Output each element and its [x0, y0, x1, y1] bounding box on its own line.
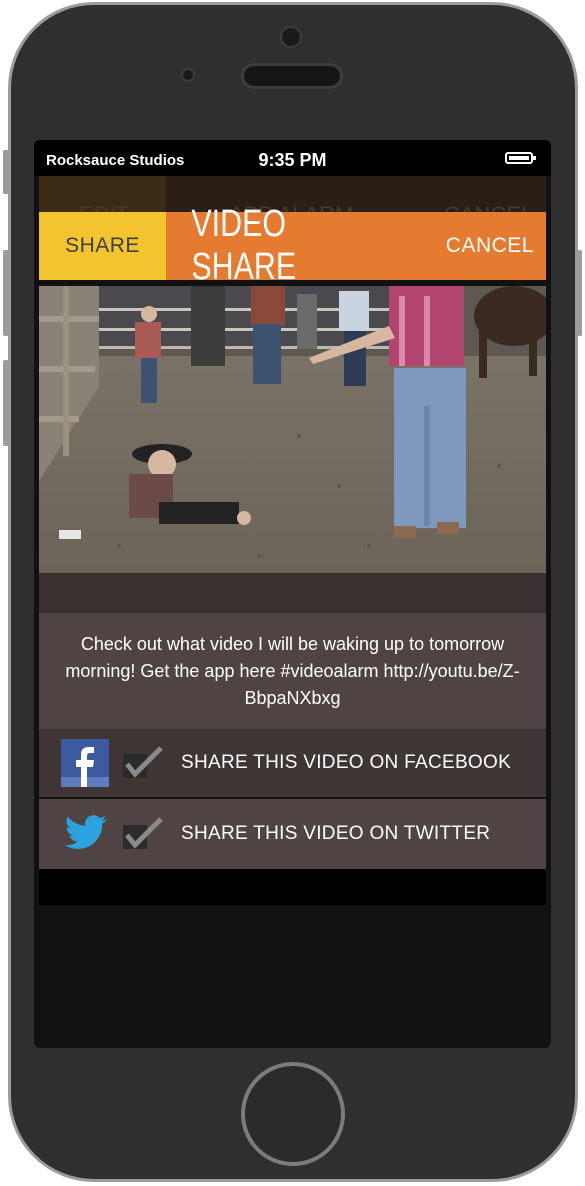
phone-screen: Rocksauce Studios 9:35 PM EDIT APP ALARM…	[34, 140, 551, 1048]
spacer	[39, 573, 546, 613]
video-thumbnail-image	[39, 286, 546, 573]
app-header: SHARE VIDEO SHARE CANCEL	[39, 203, 546, 288]
share-facebook-option[interactable]: SHARE THIS VIDEO ON FACEBOOK	[39, 729, 546, 797]
twitter-icon	[61, 810, 109, 858]
status-bar: Rocksauce Studios 9:35 PM	[34, 140, 551, 176]
proximity-sensor	[181, 68, 195, 82]
earpiece-speaker	[241, 63, 343, 89]
home-button[interactable]	[241, 1062, 345, 1166]
facebook-icon	[61, 739, 109, 787]
facebook-checkbox[interactable]	[123, 746, 163, 780]
power-button	[576, 250, 582, 336]
share-twitter-option[interactable]: SHARE THIS VIDEO ON TWITTER	[39, 799, 546, 869]
footer-bar	[39, 869, 546, 905]
share-message[interactable]: Check out what video I will be waking up…	[39, 613, 546, 729]
empty-area	[39, 905, 546, 1045]
front-camera	[280, 26, 302, 48]
facebook-option-label: SHARE THIS VIDEO ON FACEBOOK	[181, 752, 512, 773]
battery-full-icon	[505, 152, 536, 164]
video-thumbnail[interactable]	[39, 286, 546, 573]
clock: 9:35 PM	[258, 150, 327, 170]
cancel-button[interactable]: CANCEL	[446, 212, 534, 280]
share-tab-button[interactable]: SHARE	[39, 212, 166, 280]
volume-up-button	[3, 250, 9, 336]
page-title: VIDEO SHARE	[191, 203, 297, 288]
mute-switch	[3, 150, 9, 194]
twitter-option-label: SHARE THIS VIDEO ON TWITTER	[181, 823, 491, 844]
twitter-checkbox[interactable]	[123, 817, 163, 851]
volume-down-button	[3, 360, 9, 446]
